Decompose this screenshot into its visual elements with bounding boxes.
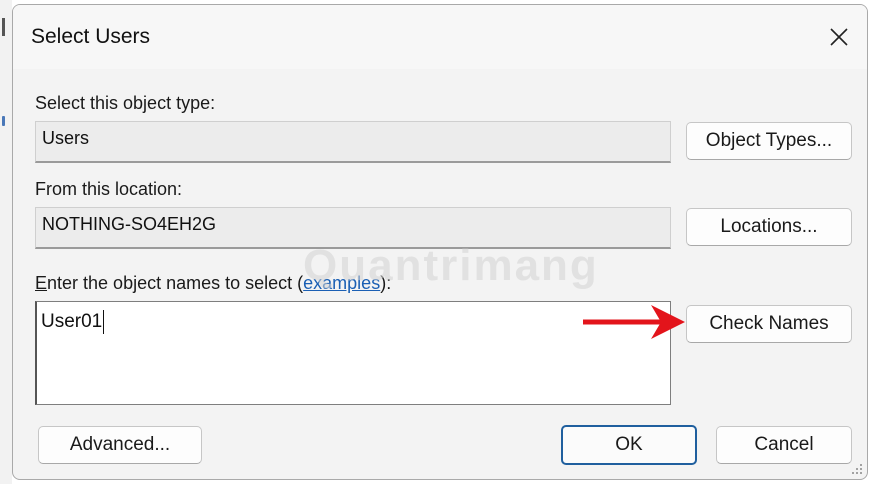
accelerator-key: E (35, 273, 48, 293)
locations-button-label: Locations... (720, 216, 818, 237)
dialog-title: Select Users (31, 25, 151, 48)
object-types-button[interactable]: Object Types... (686, 122, 852, 160)
object-names-label: Enter the object names to select (exampl… (35, 273, 391, 294)
object-names-input[interactable]: User01 (35, 301, 671, 405)
background-window (0, 0, 12, 484)
object-names-value: User01 (41, 311, 103, 332)
red-arrow-right-icon (583, 305, 685, 339)
close-icon (830, 28, 848, 46)
title-bar: Select Users (13, 5, 867, 69)
examples-link[interactable]: examples (303, 273, 380, 293)
location-value: NOTHING-SO4EH2G (42, 214, 217, 234)
check-names-button[interactable]: Check Names (686, 305, 852, 343)
advanced-button-label: Advanced... (69, 434, 171, 455)
close-button[interactable] (817, 17, 861, 57)
text-caret (103, 310, 105, 334)
object-types-button-label: Object Types... (705, 130, 833, 151)
location-label: From this location: (35, 179, 183, 199)
object-type-label: Select this object type: (35, 93, 216, 113)
background-fragment (2, 116, 5, 126)
background-fragment (2, 18, 5, 36)
object-type-value: Users (42, 128, 90, 148)
resize-grip-icon[interactable] (851, 463, 863, 475)
locations-button[interactable]: Locations... (686, 208, 852, 246)
object-names-label-text: nter the object names to select ( (47, 273, 304, 293)
select-users-dialog: Select Users Select this object type: Us… (12, 4, 868, 480)
advanced-button[interactable]: Advanced... (38, 426, 202, 464)
object-names-label-suffix: ): (380, 273, 392, 293)
ok-button[interactable]: OK (561, 425, 697, 465)
ok-button-label: OK (615, 434, 643, 455)
cancel-button-label: Cancel (754, 434, 814, 455)
check-names-button-label: Check Names (709, 313, 829, 334)
location-field: NOTHING-SO4EH2G (35, 207, 671, 249)
cancel-button[interactable]: Cancel (716, 426, 852, 464)
object-type-field: Users (35, 121, 671, 163)
